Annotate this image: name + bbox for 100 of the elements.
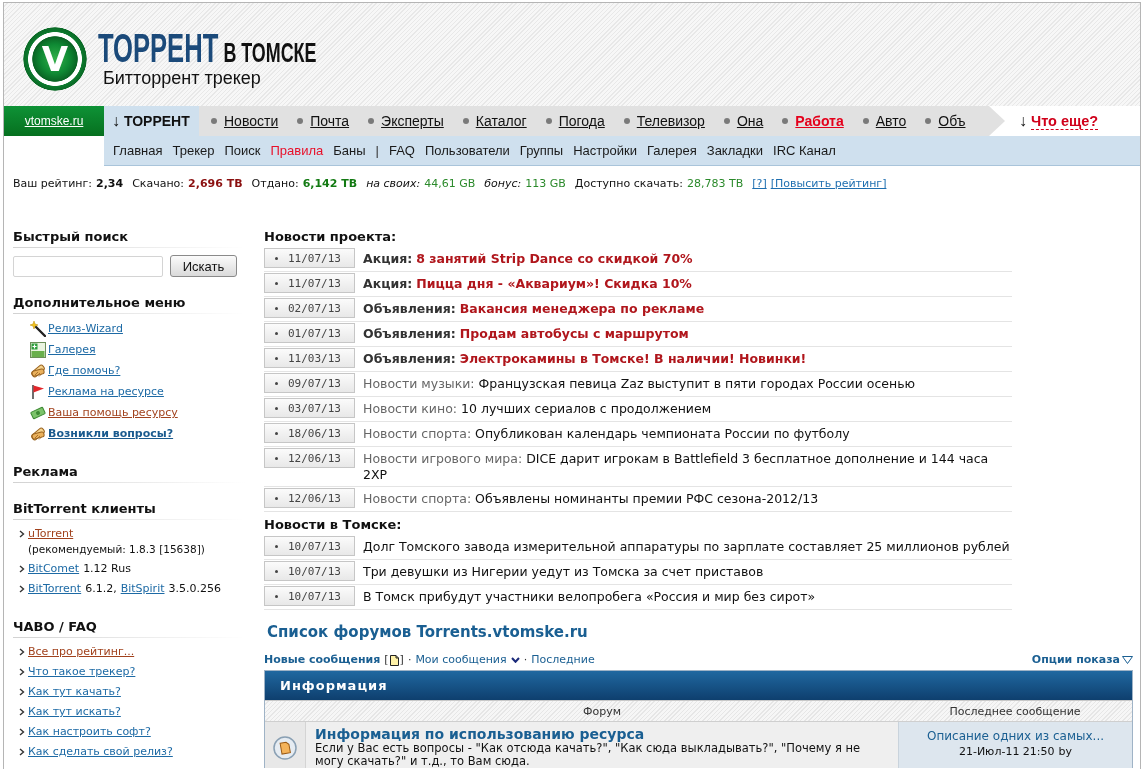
client-note: (рекомендуемый: 1.8.3 [15638]) [28,542,205,557]
sub-nav-link[interactable]: Главная [113,143,163,158]
bullet-icon [275,256,278,260]
section-tab[interactable]: ↓ ТОРРЕНТ [104,106,199,136]
faq-link[interactable]: Что такое трекер? [28,664,136,680]
bullet-icon [297,118,304,124]
nav-link[interactable]: Работа [795,113,844,129]
menu-link[interactable]: Галерея [48,343,96,356]
more-link[interactable]: Что еще? [1031,112,1099,130]
news-headline[interactable]: Объявления: Электрокамины в Томске! В наличии! Новинки! [363,351,807,367]
chevron-icon [19,708,25,716]
news-date: 02/07/13 [288,301,341,315]
sub-nav-link[interactable]: Настройки [573,143,637,158]
chevron-icon [19,530,25,538]
news-headline[interactable]: Акция: 8 занятий Strip Dance со скидкой 70% [363,251,693,267]
site-link[interactable]: vtomske.ru [4,106,104,136]
chevron-icon [19,585,25,593]
bullet-icon [275,456,278,460]
sub-nav-link[interactable]: Группы [519,143,564,158]
sub-nav-link[interactable]: Галерея [646,143,697,158]
chevron-icon [19,728,25,736]
news-date: 12/06/13 [288,451,341,465]
quick-link[interactable]: Последние [531,653,595,667]
client-link[interactable]: BitComet [28,561,80,577]
news-date: 03/07/13 [288,401,341,415]
news-date: 10/07/13 [288,589,341,603]
news-headline[interactable]: Объявления: Вакансия менеджера по рекламе [363,301,705,317]
version-text: 3.5.0.256 [168,581,221,597]
arrow-icon: ↓ [1019,112,1027,130]
nav-link[interactable]: Эксперты [381,113,444,129]
nav-link[interactable]: Она [736,113,764,129]
stat-label: на своих: [366,177,421,191]
bullet-icon [723,118,730,124]
menu-link[interactable]: Ваша помощь ресурсу [48,406,178,419]
post-time: 21-Июл-11 21:50 [958,744,1055,760]
separator-dot: · [407,653,412,667]
menu-link[interactable]: Возникли вопросы? [48,427,174,440]
menu-link[interactable]: Релиз-Wizard [48,322,123,335]
faq-link[interactable]: Как тут качать? [28,684,121,700]
news-headline[interactable]: Новости спорта: Опубликован календарь чемпионата России по футболу [363,426,850,442]
quick-link[interactable]: Мои сообщения [415,653,507,667]
nav-link[interactable]: Авто [875,113,907,129]
news-headline[interactable]: Новости кино: 10 лучших сериалов с продолжением [363,401,712,417]
separator: | [375,143,379,158]
sub-nav-link[interactable]: Закладки [706,143,764,158]
stats-link[interactable]: [?] [752,177,767,191]
search-button[interactable]: Искать [170,255,237,277]
bullet-icon [275,356,278,360]
sub-nav-link[interactable]: FAQ [388,143,415,158]
bullet-icon [275,281,278,285]
column-header: Форум [583,704,621,718]
client-link[interactable]: BitTorrent [28,581,82,597]
stat-value: 44,61 GB [424,177,476,191]
news-headline[interactable]: Новости игрового мира: DICE дарит игрокам в Battlefield 3 бесплатное дополнение и 144 часа 2XP [363,451,1012,483]
bullet-icon [275,406,278,410]
news-section-title: Новости проекта: [264,229,398,245]
bullet-icon [211,118,217,124]
sub-nav-link[interactable]: Баны [333,143,366,158]
sub-nav-link[interactable]: Пользователи [425,143,510,158]
nav-link[interactable]: Телевизор [636,113,705,129]
faq-link[interactable]: Как сделать свой релиз? [28,744,173,760]
sub-nav-link[interactable]: Трекер [172,143,215,158]
news-headline[interactable]: Акция: Пицца дня - «Аквариум»! Скидка 10% [363,276,692,292]
menu-link[interactable]: Реклама на ресурсе [48,385,164,398]
menu-link[interactable]: Где помочь? [48,364,121,377]
nav-link[interactable]: Новости [224,113,279,129]
news-headline[interactable]: В Томск прибудут участники велопробега «Россия и мир без сирот» [363,589,816,605]
bullet-icon [462,118,469,124]
client-link[interactable]: BitSpirit [120,581,165,597]
news-headline[interactable]: Новости музыки: Французская певица Zaz выступит в пяти городах России осенью [363,376,916,392]
stats-link[interactable]: [Повысить рейтинг] [770,177,887,191]
icon-link[interactable]: [ ] [384,653,404,667]
forum-name-link[interactable]: Информация по использованию ресурса [315,726,890,742]
forum-list-title[interactable]: Список форумов Torrents.vtomske.ru [264,622,1133,642]
display-options-link[interactable]: Опции показа [1031,653,1133,667]
news-date: 10/07/13 [288,539,341,553]
sub-nav-link[interactable]: IRC Канал [773,143,836,158]
bullet-icon [275,594,278,598]
client-link[interactable]: uTorrent [28,526,74,542]
faq-link[interactable]: Как тут искать? [28,704,121,720]
nav-link[interactable]: Почта [310,113,350,129]
stat-label: Доступно скачать: [574,177,683,191]
news-headline[interactable]: Объявления: Продам автобусы с маршрутом [363,326,689,342]
news-headline[interactable]: Три девушки из Нигерии уедут из Томска за счет приставов [363,564,764,580]
faq-link[interactable]: Как настроить софт? [28,724,151,740]
news-headline[interactable]: Долг Томского завода измерительной аппаратуры по зарплате составляет 25 миллионов рублей [363,539,1010,555]
sub-nav-link[interactable]: Поиск [224,143,261,158]
quick-link[interactable]: Новые сообщения [264,653,381,667]
news-headline[interactable]: Новости спорта: Объявлены номинанты премии РФС сезона-2012/13 [363,491,819,507]
logo[interactable]: V [23,27,87,91]
search-field[interactable] [13,255,163,277]
nav-link[interactable]: Объ [938,113,966,129]
last-post-link[interactable]: Описание одних из самых... [899,728,1132,744]
chevron-icon [19,748,25,756]
nav-link[interactable]: Погода [558,113,605,129]
faq-link[interactable]: Все про рейтинг... [28,644,135,660]
chevron-icon [19,565,25,573]
bullet-icon [925,118,932,124]
category-header[interactable]: Информация [265,671,1132,700]
nav-link[interactable]: Каталог [475,113,527,129]
